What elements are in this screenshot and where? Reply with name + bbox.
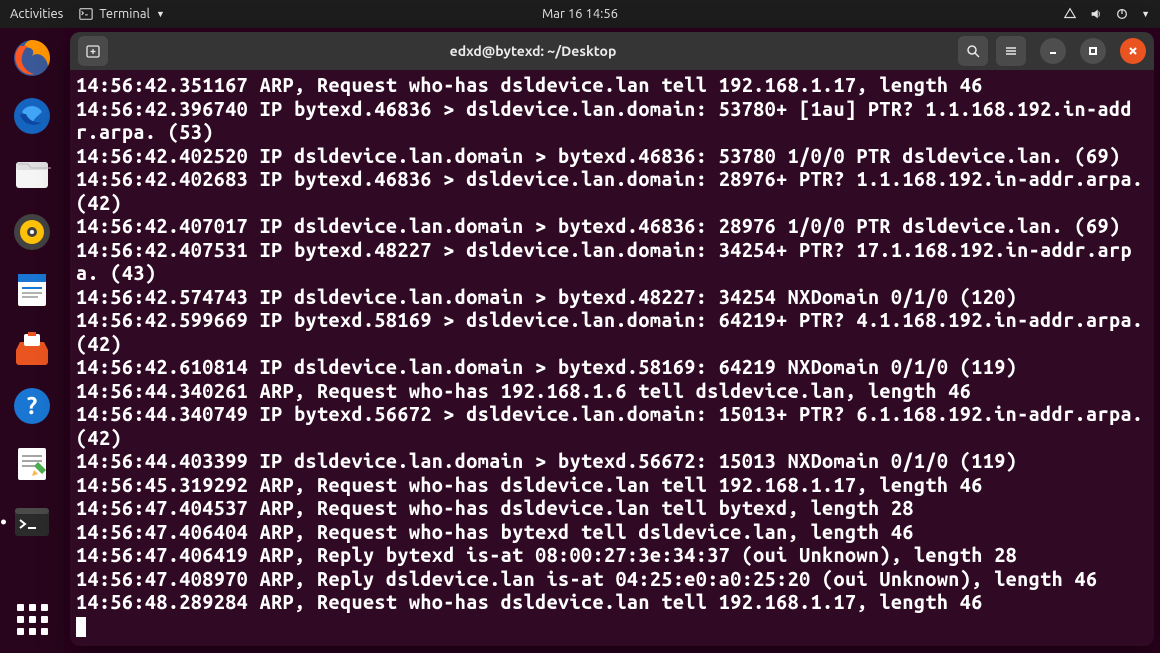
terminal-small-icon (79, 7, 93, 21)
texteditor-icon[interactable] (10, 442, 54, 486)
chevron-down-icon: ▼ (1141, 9, 1150, 19)
search-button[interactable] (958, 36, 988, 66)
menu-button[interactable] (996, 36, 1026, 66)
help-icon[interactable]: ? (10, 384, 54, 428)
terminal-icon[interactable] (10, 500, 54, 544)
network-icon[interactable] (1063, 7, 1077, 21)
volume-icon[interactable] (1089, 7, 1103, 21)
dock: ? (0, 28, 64, 653)
app-menu-label: Terminal (99, 7, 150, 21)
thunderbird-icon[interactable] (10, 94, 54, 138)
maximize-button[interactable] (1080, 38, 1106, 64)
clock[interactable]: Mar 16 14:56 (542, 7, 618, 21)
window-title: edxd@bytexd: ~/Desktop (116, 43, 950, 59)
titlebar[interactable]: edxd@bytexd: ~/Desktop (70, 32, 1154, 70)
svg-text:?: ? (27, 392, 38, 419)
rhythmbox-icon[interactable] (10, 210, 54, 254)
software-icon[interactable] (10, 326, 54, 370)
close-button[interactable] (1120, 38, 1146, 64)
files-icon[interactable] (10, 152, 54, 196)
top-panel: Activities Terminal ▼ Mar 16 14:56 ▼ (0, 0, 1160, 28)
minimize-button[interactable] (1040, 38, 1066, 64)
show-apps-button[interactable] (10, 597, 54, 641)
writer-icon[interactable] (10, 268, 54, 312)
app-menu[interactable]: Terminal ▼ (79, 7, 165, 21)
firefox-icon[interactable] (10, 36, 54, 80)
chevron-down-icon: ▼ (156, 9, 165, 19)
power-icon[interactable] (1115, 7, 1129, 21)
terminal-window: edxd@bytexd: ~/Desktop 14:56:42.351167 A… (70, 32, 1154, 646)
activities-button[interactable]: Activities (10, 7, 63, 21)
terminal-cursor (76, 617, 86, 637)
new-tab-button[interactable] (78, 36, 108, 66)
terminal-output[interactable]: 14:56:42.351167 ARP, Request who-has dsl… (70, 70, 1154, 642)
